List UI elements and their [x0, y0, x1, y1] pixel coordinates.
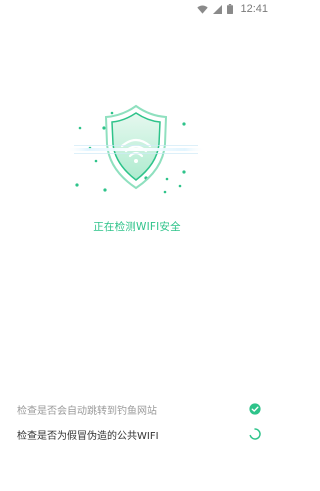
particle-dot: [103, 188, 107, 192]
scan-line: [66, 148, 206, 151]
security-check-list: 检查是否会自动跳转到钓鱼网站 检查是否为假冒伪造的公共WIFI: [17, 402, 261, 452]
check-item-label: 检查是否会自动跳转到钓鱼网站: [17, 405, 157, 417]
check-item-label: 检查是否为假冒伪造的公共WIFI: [17, 430, 159, 442]
check-item-phishing-redirect: 检查是否会自动跳转到钓鱼网站: [17, 402, 261, 417]
loading-spinner-icon: [249, 428, 261, 440]
wifi-security-scan-screen: 12:41 正在检测WIFI安全 检查是否会自动跳转到钓鱼网站 检查是否为假冒伪…: [0, 0, 274, 491]
particle-dot: [75, 183, 79, 187]
particle-dot: [94, 159, 98, 163]
cell-signal-icon: [213, 4, 223, 14]
battery-icon: [227, 4, 234, 14]
check-circle-icon: [249, 403, 261, 415]
particle-dot: [78, 126, 82, 130]
wifi-scan-animation: [66, 104, 206, 200]
particle-dot: [182, 170, 186, 174]
particle-dot: [178, 184, 182, 188]
shield-scan-graphic: [66, 104, 206, 194]
status-bar: 12:41: [0, 0, 274, 18]
particle-dot: [163, 190, 167, 194]
particle-dot: [110, 111, 114, 115]
particle-dot: [165, 177, 169, 181]
wifi-icon: [197, 5, 209, 14]
status-clock: 12:41: [240, 3, 268, 15]
particle-dot: [102, 126, 106, 130]
check-item-fake-public-wifi: 检查是否为假冒伪造的公共WIFI: [17, 427, 261, 442]
scan-status-text: 正在检测WIFI安全: [93, 221, 181, 233]
particle-dot: [182, 122, 186, 126]
